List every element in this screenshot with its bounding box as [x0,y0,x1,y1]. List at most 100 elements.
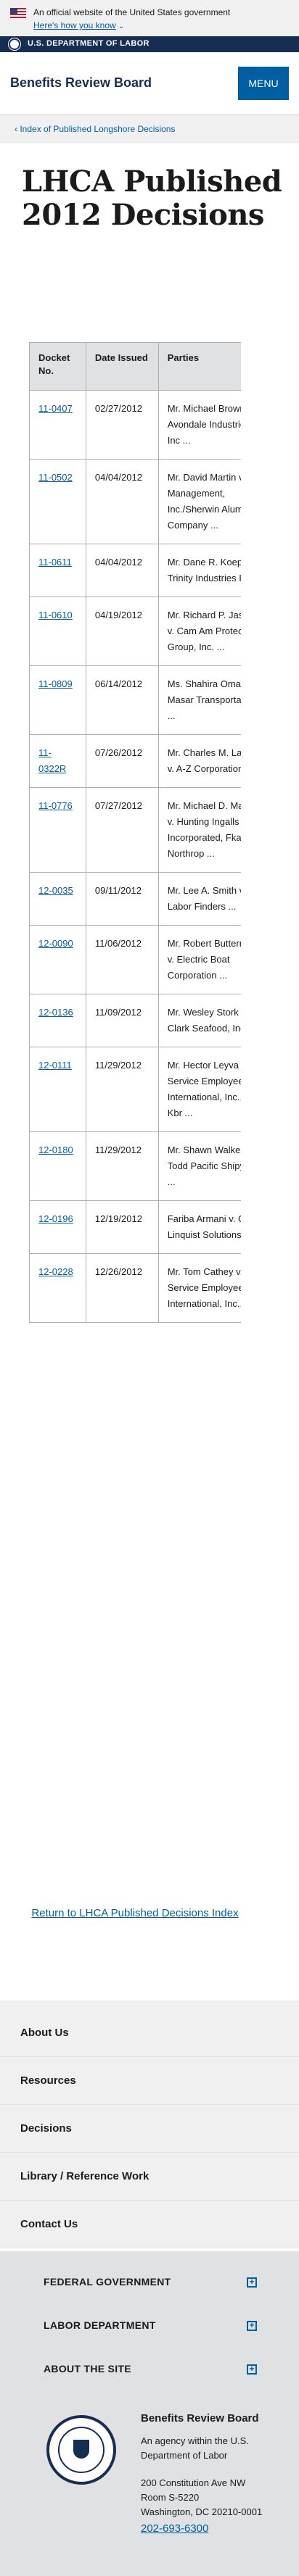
expand-plus-icon[interactable]: + [247,2277,257,2288]
address-line-1: 200 Constitution Ave NW [141,2477,246,2488]
agency-name: Benefits Review Board [141,2412,259,2425]
dol-seal-icon [9,38,20,50]
parties-cell: Mr. Charles M. Lamon v. A-Z Corporation … [157,734,241,788]
footer-accordion-item[interactable]: ABOUT THE SITE + [0,2347,299,2390]
docket-cell: 12-0196 [29,1200,86,1254]
chevron-down-icon: ⌄ [118,22,125,30]
return-to-index-link[interactable]: Return to LHCA Published Decisions Index [29,1905,241,1922]
table-row: 12-0196 12/19/2012Fariba Armani v. Global… [29,1200,241,1254]
footer-nav-label: Contact Us [20,2218,78,2230]
gov-banner: An official website of the United States… [0,0,299,36]
docket-link[interactable]: 12-0228 [38,1266,73,1277]
dol-seal-logo [46,2415,116,2485]
docket-cell: 11-0322R [29,734,86,788]
footer-nav-label: About Us [20,2027,69,2039]
docket-cell: 11-0809 [29,665,86,735]
footer-nav-item[interactable]: Resources [0,2057,299,2105]
breadcrumb-link[interactable]: ‹ Index of Published Longshore Decisions [15,124,175,134]
parties-cell: Mr. Shawn Walker v. Todd Pacific Shipyar… [157,1131,241,1201]
footer-accordion-item[interactable]: LABOR DEPARTMENT + [0,2303,299,2347]
docket-link[interactable]: 12-0136 [38,1007,73,1018]
expand-plus-icon[interactable]: + [247,2321,257,2331]
us-flag-icon [10,8,26,18]
docket-cell: 11-0611 [29,544,86,597]
dol-bar: U.S. DEPARTMENT OF LABOR [0,36,299,52]
docket-link[interactable]: 11-0322R [38,747,66,774]
docket-link[interactable]: 12-0180 [38,1144,73,1155]
header-docket: Docket No. [29,342,86,391]
parties-cell: Mr. Dane R. Koepp v. Trinity Industries … [157,544,241,597]
page-title: LHCA Published 2012 Decisions [22,165,282,232]
date-cell: 04/19/2012 [85,597,159,666]
parties-cell: Mr. Wesley Stork v. Clark Seafood, Inc. … [157,994,241,1047]
docket-cell: 12-0111 [29,1047,86,1132]
parties-cell: Mr. Tom Cathey v. Service Employees Inte… [157,1253,241,1323]
date-cell: 11/06/2012 [85,925,159,994]
parties-cell: Mr. Michael D. Macklin v. Hunting Ingall… [157,787,241,873]
parties-cell: Mr. Richard P. Jasmine v. Cam Am Protect… [157,597,241,666]
docket-link[interactable]: 12-0035 [38,885,73,896]
parties-cell: Mr. David Martin v. Bpu Management, Inc.… [157,459,241,544]
docket-cell: 12-0228 [29,1253,86,1323]
docket-link[interactable]: 12-0111 [38,1060,72,1071]
table-row: 11-0502 04/04/2012Mr. David Martin v. Bpu… [29,459,241,544]
docket-link[interactable]: 12-0090 [38,938,73,949]
header-date: Date Issued [85,342,159,391]
expand-plus-icon[interactable]: + [247,2364,257,2375]
docket-link[interactable]: 11-0407 [38,403,73,414]
docket-link[interactable]: 11-0610 [38,610,73,620]
parties-cell: Mr. Michael Brown v. Avondale Industries… [157,390,241,460]
table-row: 12-0035 09/11/2012 Mr. Lee A. Smith v. Lab… [29,872,241,926]
docket-cell: 12-0180 [29,1131,86,1201]
site-header: Benefits Review Board MENU [0,52,299,115]
date-cell: 09/11/2012 [85,872,159,926]
date-cell: 06/14/2012 [85,665,159,735]
docket-cell: 11-0610 [29,597,86,666]
heres-how-you-know-link[interactable]: Here's how you know ⌄ [33,20,124,30]
address-line-3: Washington, DC 20210-0001 [141,2506,263,2517]
footer-nav-label: Resources [20,2074,76,2087]
decisions-table-container[interactable]: Docket No. Date Issued Parties 11-0407 02… [29,342,241,1323]
table-row: 11-0611 04/04/2012Mr. Dane R. Koepp v. Tr… [29,544,241,597]
site-title[interactable]: Benefits Review Board [10,75,152,91]
agency-block: Benefits Review Board An agency within t… [0,2401,299,2560]
footer-nav-item[interactable]: About Us [0,2009,299,2057]
footer-nav-item[interactable]: Contact Us [0,2201,299,2248]
table-header-row: Docket No. Date Issued Parties [29,342,241,391]
date-cell: 07/27/2012 [85,787,159,873]
date-cell: 11/09/2012 [85,994,159,1047]
docket-cell: 12-0090 [29,925,86,994]
table-row: 11-0776 07/27/2012Mr. Michael D. Macklin … [29,787,241,873]
menu-button[interactable]: MENU [238,67,289,100]
dol-bar-text[interactable]: U.S. DEPARTMENT OF LABOR [28,39,150,48]
breadcrumb: ‹ Index of Published Longshore Decisions [0,115,299,144]
table-row: 12-0090 11/06/2012Mr. Robert Buttermore v… [29,925,241,994]
docket-link[interactable]: 11-0809 [38,678,73,689]
footer-nav-item[interactable]: Library / Reference Work [0,2153,299,2201]
docket-cell: 11-0407 [29,390,86,460]
footer-accordion-label: ABOUT THE SITE [44,2363,131,2375]
docket-link[interactable]: 11-0502 [38,472,73,483]
docket-link[interactable]: 12-0196 [38,1213,73,1224]
parties-cell: Mr. Lee A. Smith v. Labor Finders ... [157,872,241,926]
header-parties: Parties [157,342,241,391]
table-row: 12-0228 12/26/2012Mr. Tom Cathey v. Servi… [29,1253,241,1323]
agency-address: 200 Constitution Ave NW Room S-5220 Wash… [141,2476,262,2519]
table-row: 11-0407 02/27/2012Mr. Michael Brown v. Av… [29,390,241,460]
decisions-table: Docket No. Date Issued Parties 11-0407 02… [29,342,241,1323]
agency-sub: An agency within the U.S. Department of … [141,2435,249,2461]
table-row: 11-0322R 07/26/2012Mr. Charles M. Lamon v… [29,734,241,788]
date-cell: 12/19/2012 [85,1200,159,1254]
table-row: 12-0111 11/29/2012Mr. Hector Leyva v. Ser… [29,1047,241,1132]
docket-link[interactable]: 11-0776 [38,800,73,811]
docket-cell: 11-0502 [29,459,86,544]
table-row: 12-0136 11/09/2012Mr. Wesley Stork v. Cla… [29,994,241,1047]
date-cell: 12/26/2012 [85,1253,159,1323]
footer-accordion-item[interactable]: FEDERAL GOVERNMENT + [0,2260,299,2303]
site-footer: FEDERAL GOVERNMENT + LABOR DEPARTMENT + ABOU… [0,2251,299,2576]
agency-phone-link[interactable]: 202-693-6300 [141,2522,208,2535]
docket-link[interactable]: 11-0611 [38,557,72,568]
docket-cell: 12-0136 [29,994,86,1047]
footer-nav-item[interactable]: Decisions [0,2105,299,2153]
table-row: 12-0180 11/29/2012Mr. Shawn Walker v. Tod… [29,1131,241,1201]
